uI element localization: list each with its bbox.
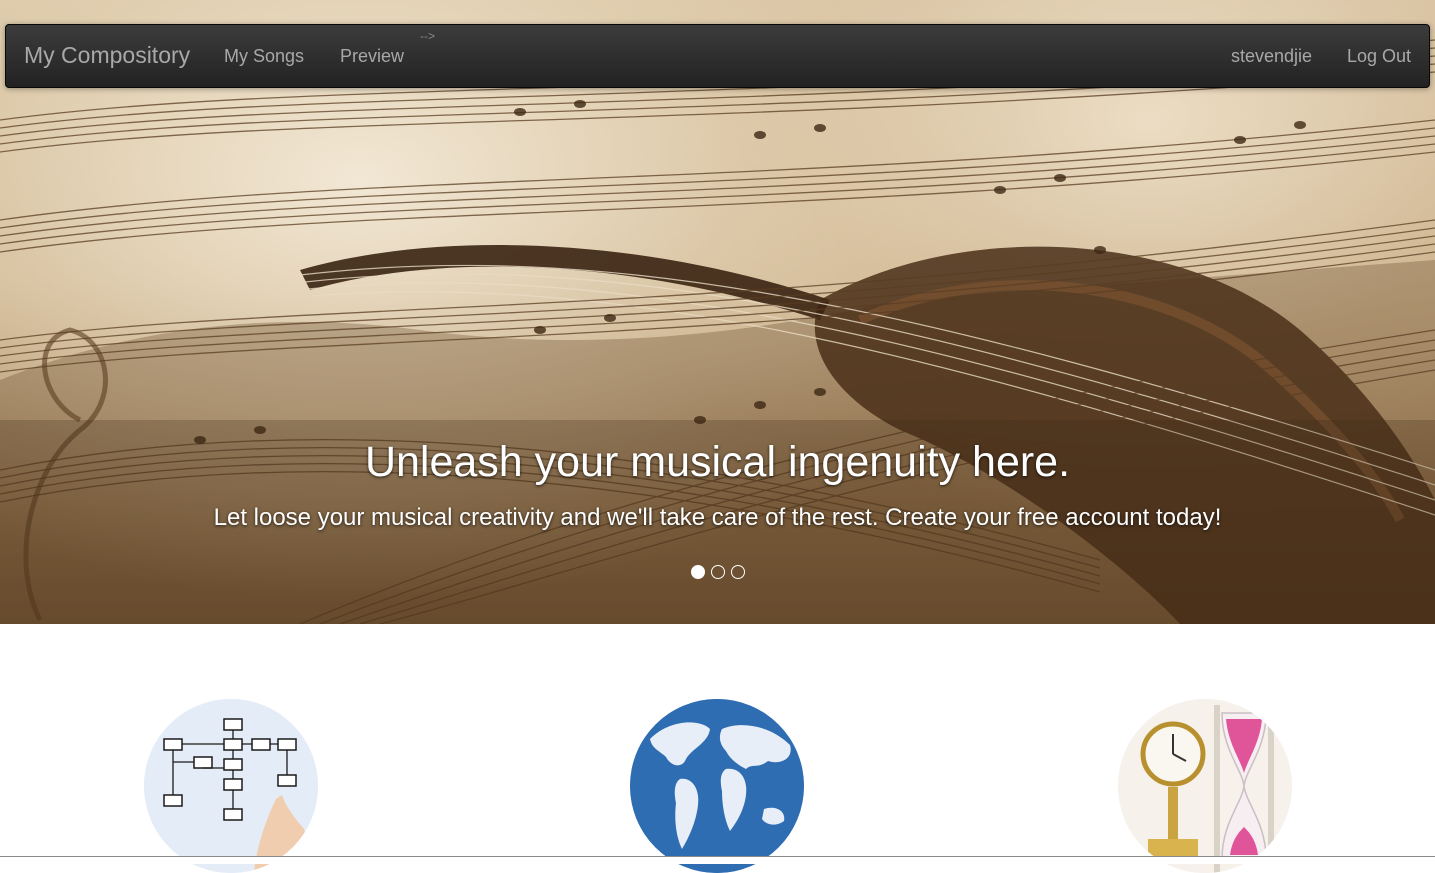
clock-hourglass-graphic <box>1118 699 1292 873</box>
carousel-indicator-1[interactable] <box>690 565 705 579</box>
planning-flowchart-icon <box>144 699 318 873</box>
hero-heading: Unleash your musical ingenuity here. <box>364 438 1071 486</box>
hero-carousel[interactable]: Unleash your musical ingenuity here. Let… <box>0 0 1435 624</box>
globe-graphic <box>630 699 804 873</box>
top-navbar: My Compository My Songs Preview --> stev… <box>5 24 1430 88</box>
carousel-indicator-3[interactable] <box>730 565 745 579</box>
nav-my-songs-link[interactable]: My Songs <box>224 46 304 67</box>
nav-logout-link[interactable]: Log Out <box>1347 46 1411 67</box>
clock-hourglass-icon <box>1118 699 1292 873</box>
carousel-indicators <box>0 565 1435 579</box>
page-bottom-divider <box>0 856 1435 864</box>
hero-subheading: Let loose your musical creativity and we… <box>213 504 1222 531</box>
world-globe-icon <box>630 699 804 873</box>
stray-comment-text: --> <box>420 29 435 43</box>
brand-link[interactable]: My Compository <box>24 42 190 69</box>
carousel-indicator-2[interactable] <box>710 565 725 579</box>
flowchart-graphic <box>144 699 318 873</box>
nav-preview-link[interactable]: Preview <box>340 46 404 67</box>
nav-username-link[interactable]: stevendjie <box>1231 46 1312 67</box>
